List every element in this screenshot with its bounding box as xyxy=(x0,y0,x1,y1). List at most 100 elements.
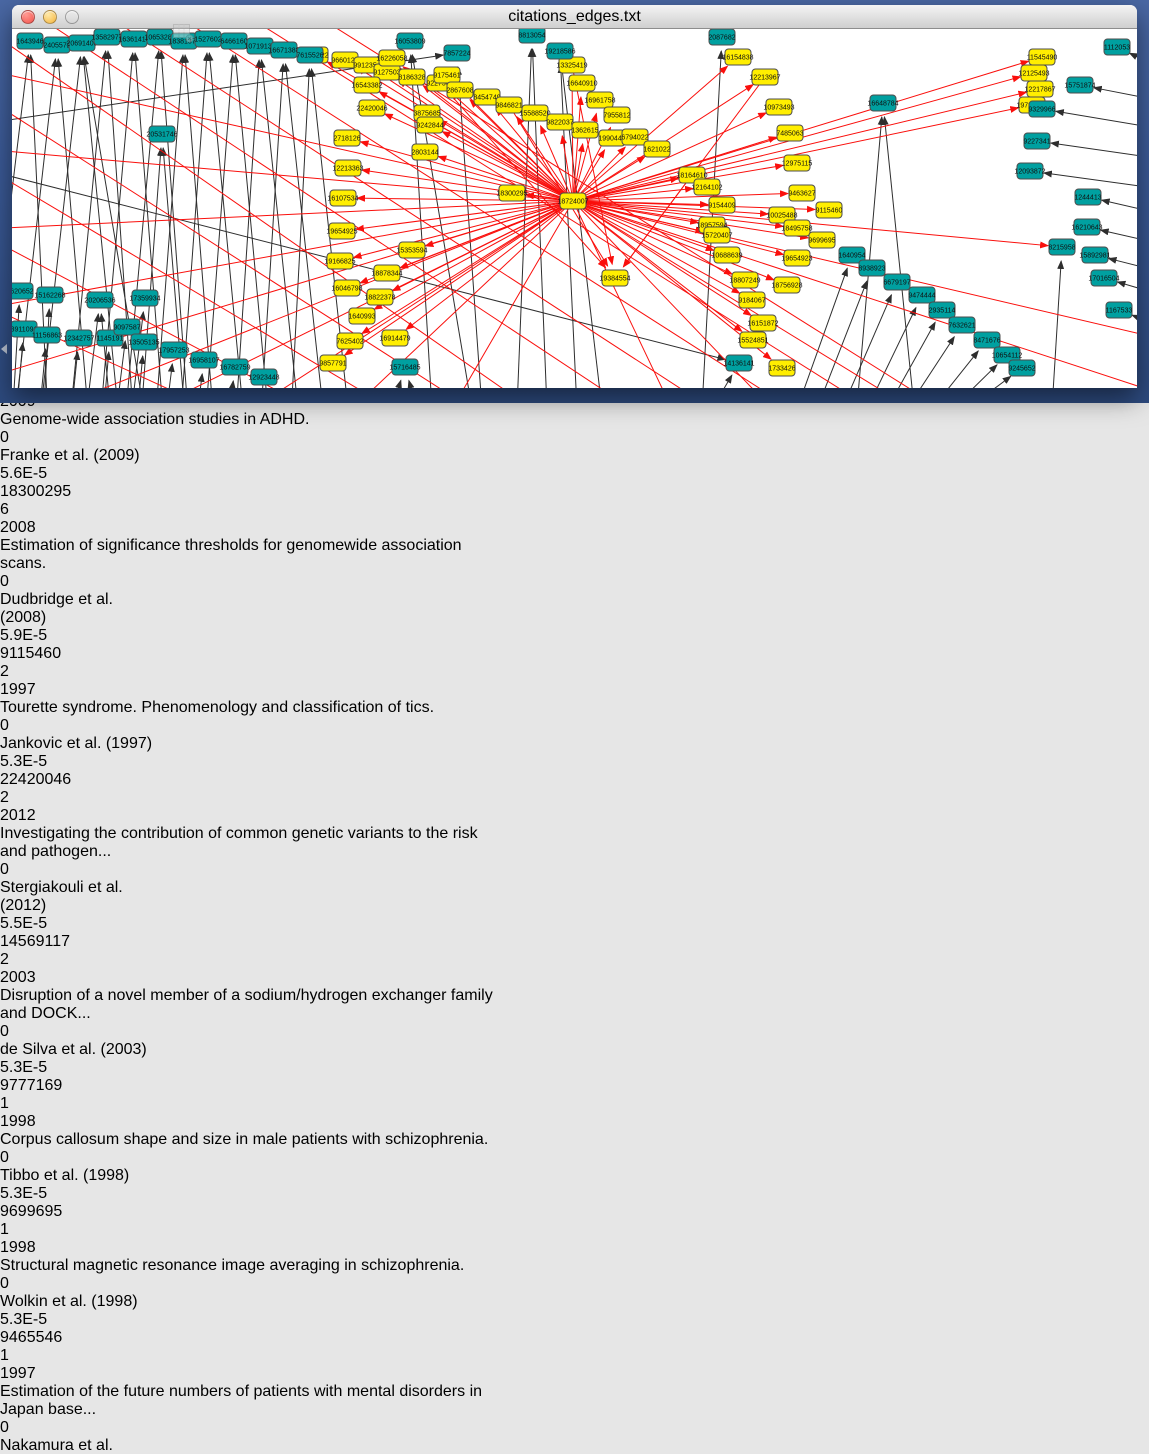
graph-node[interactable]: 16154838 xyxy=(722,49,753,65)
graph-node[interactable]: 2867608 xyxy=(446,82,473,98)
graph-node[interactable]: 6679197 xyxy=(883,274,910,290)
graph-node[interactable]: 12342757 xyxy=(63,330,94,346)
graph-node[interactable]: 22420046 xyxy=(356,100,387,116)
graph-node[interactable]: 9822037 xyxy=(546,114,573,130)
graph-node[interactable]: 18724007 xyxy=(557,193,588,209)
graph-node[interactable]: 13505135 xyxy=(128,334,159,350)
graph-node[interactable]: 16640910 xyxy=(566,75,597,91)
graph-node[interactable]: 8938923 xyxy=(858,260,885,276)
graph-node[interactable]: 9175461 xyxy=(433,67,460,83)
table-cell[interactable]: 0 xyxy=(0,1023,74,1041)
table-cell[interactable]: 1997 xyxy=(0,681,75,699)
graph-node[interactable]: 15524851 xyxy=(737,332,768,348)
graph-node[interactable]: 9227341 xyxy=(1023,133,1050,149)
table-cell[interactable]: 1 xyxy=(0,1095,98,1113)
graph-node[interactable]: 9474444 xyxy=(908,287,935,303)
graph-node[interactable]: 2620652 xyxy=(12,283,34,299)
table-cell[interactable]: 9699695 xyxy=(0,1203,91,1221)
graph-node[interactable]: 17957253 xyxy=(158,342,189,358)
graph-node[interactable]: 12125493 xyxy=(1018,65,1049,81)
graph-node[interactable]: 9184067 xyxy=(738,292,765,308)
table-cell[interactable]: 6 xyxy=(0,501,98,519)
graph-node[interactable]: 1621022 xyxy=(643,141,670,157)
minimize-window-button[interactable] xyxy=(43,10,57,24)
graph-node[interactable]: 14136141 xyxy=(723,355,754,371)
table-cell[interactable]: 5.9E-5 xyxy=(0,627,110,645)
table-cell[interactable]: Jankovic et al. (1997) xyxy=(0,735,160,753)
table-cell[interactable]: 18300295 xyxy=(0,483,91,501)
graph-node[interactable]: 7632621 xyxy=(948,317,975,333)
table-cell[interactable]: 2003 xyxy=(0,969,75,987)
graph-node[interactable]: 15751874 xyxy=(1064,77,1095,93)
graph-node[interactable]: 10688639 xyxy=(711,247,742,263)
graph-node[interactable]: 19654925 xyxy=(326,223,357,239)
graph-node[interactable]: 9242844 xyxy=(416,117,443,133)
graph-node[interactable]: 1643946 xyxy=(16,33,43,49)
graph-node[interactable]: 1244413 xyxy=(1074,189,1101,205)
table-cell[interactable]: 9465546 xyxy=(0,1329,91,1347)
table-cell[interactable]: 2 xyxy=(0,789,98,807)
table-cell[interactable]: Tourette syndrome. Phenomenology and cla… xyxy=(0,699,499,717)
network-view-window[interactable]: citations_edges.txt 18724007183002957963… xyxy=(12,5,1137,388)
table-row[interactable]: 969969511998Structural magnetic resonanc… xyxy=(0,1203,1149,1329)
graph-node[interactable]: 16053809 xyxy=(394,33,425,49)
graph-node[interactable]: 16151872 xyxy=(747,315,778,331)
table-row[interactable]: 946554611997Estimation of the future num… xyxy=(0,1329,1149,1454)
graph-node[interactable]: 20206536 xyxy=(84,292,115,308)
table-cell[interactable]: 1 xyxy=(0,1221,98,1239)
table-cell[interactable]: Stergiakouli et al. (2012) xyxy=(0,879,160,915)
graph-node[interactable]: 19218586 xyxy=(544,43,575,59)
graph-node[interactable]: 12093872 xyxy=(1014,163,1045,179)
table-cell[interactable]: Estimation of significance thresholds fo… xyxy=(0,537,499,573)
graph-node[interactable]: 17359934 xyxy=(129,290,160,306)
table-cell[interactable]: 14569117 xyxy=(0,933,91,951)
graph-node[interactable]: 11156863 xyxy=(32,327,62,343)
graph-node[interactable]: 8186328 xyxy=(398,69,425,85)
graph-node[interactable]: 16226058 xyxy=(376,50,407,66)
table-cell[interactable]: 0 xyxy=(0,1419,74,1437)
table-cell[interactable]: Dudbridge et al. (2008) xyxy=(0,591,160,627)
table-cell[interactable]: 0 xyxy=(0,1149,74,1167)
graph-node[interactable]: 18756928 xyxy=(771,277,802,293)
graph-node[interactable]: 7955812 xyxy=(603,107,630,123)
graph-node[interactable]: 12923448 xyxy=(248,369,279,385)
table-cell[interactable]: 5.6E-5 xyxy=(0,465,110,483)
graph-node[interactable]: 16782759 xyxy=(219,359,250,375)
graph-node[interactable]: 18807249 xyxy=(729,272,760,288)
graph-node[interactable]: 16648784 xyxy=(867,95,898,111)
table-cell[interactable]: 0 xyxy=(0,861,74,879)
graph-node[interactable]: 16961758 xyxy=(584,92,615,108)
table-cell[interactable]: 22420046 xyxy=(0,771,91,789)
table-cell[interactable]: 1998 xyxy=(0,1239,75,1257)
table-row[interactable]: 977716911998Corpus callosum shape and si… xyxy=(0,1077,1149,1203)
table-cell[interactable]: 5.3E-5 xyxy=(0,753,110,771)
graph-node[interactable]: 15162268 xyxy=(34,287,65,303)
graph-node[interactable]: 12217867 xyxy=(1024,81,1055,97)
graph-node[interactable]: 16914479 xyxy=(379,330,410,346)
graph-node[interactable]: 16046798 xyxy=(331,280,362,296)
graph-node[interactable]: 15720407 xyxy=(701,227,732,243)
table-cell[interactable]: 9115460 xyxy=(0,645,91,663)
delete-table-icon[interactable] xyxy=(171,31,199,48)
graph-node[interactable]: 19384554 xyxy=(599,270,630,286)
table-cell[interactable]: 2 xyxy=(0,663,98,681)
graph-node[interactable]: 11545490 xyxy=(1027,49,1058,65)
graph-node[interactable]: 12164102 xyxy=(691,179,722,195)
graph-node[interactable]: 16958107 xyxy=(188,352,219,368)
table-cell[interactable]: Estimation of the future numbers of pati… xyxy=(0,1383,499,1419)
graph-node[interactable]: 15892981 xyxy=(1079,247,1110,263)
table-cell[interactable]: 0 xyxy=(0,429,74,447)
graph-node[interactable]: 9245652 xyxy=(1008,360,1035,376)
graph-node[interactable]: 16671388 xyxy=(268,42,299,58)
table-cell[interactable]: 1997 xyxy=(0,1365,75,1383)
table-row[interactable]: 911546021997Tourette syndrome. Phenomeno… xyxy=(0,645,1149,771)
zoom-window-button[interactable] xyxy=(65,10,79,24)
table-cell[interactable]: Franke et al. (2009) xyxy=(0,447,160,465)
graph-node[interactable]: 9154409 xyxy=(708,197,735,213)
table-cell[interactable]: 0 xyxy=(0,573,74,591)
table-cell[interactable]: 2008 xyxy=(0,519,75,537)
graph-node[interactable]: 18300295 xyxy=(496,185,527,201)
table-cell[interactable]: 0 xyxy=(0,1275,74,1293)
graph-node[interactable]: 2087682 xyxy=(708,29,735,45)
graph-node[interactable]: 9329966 xyxy=(1028,101,1055,117)
